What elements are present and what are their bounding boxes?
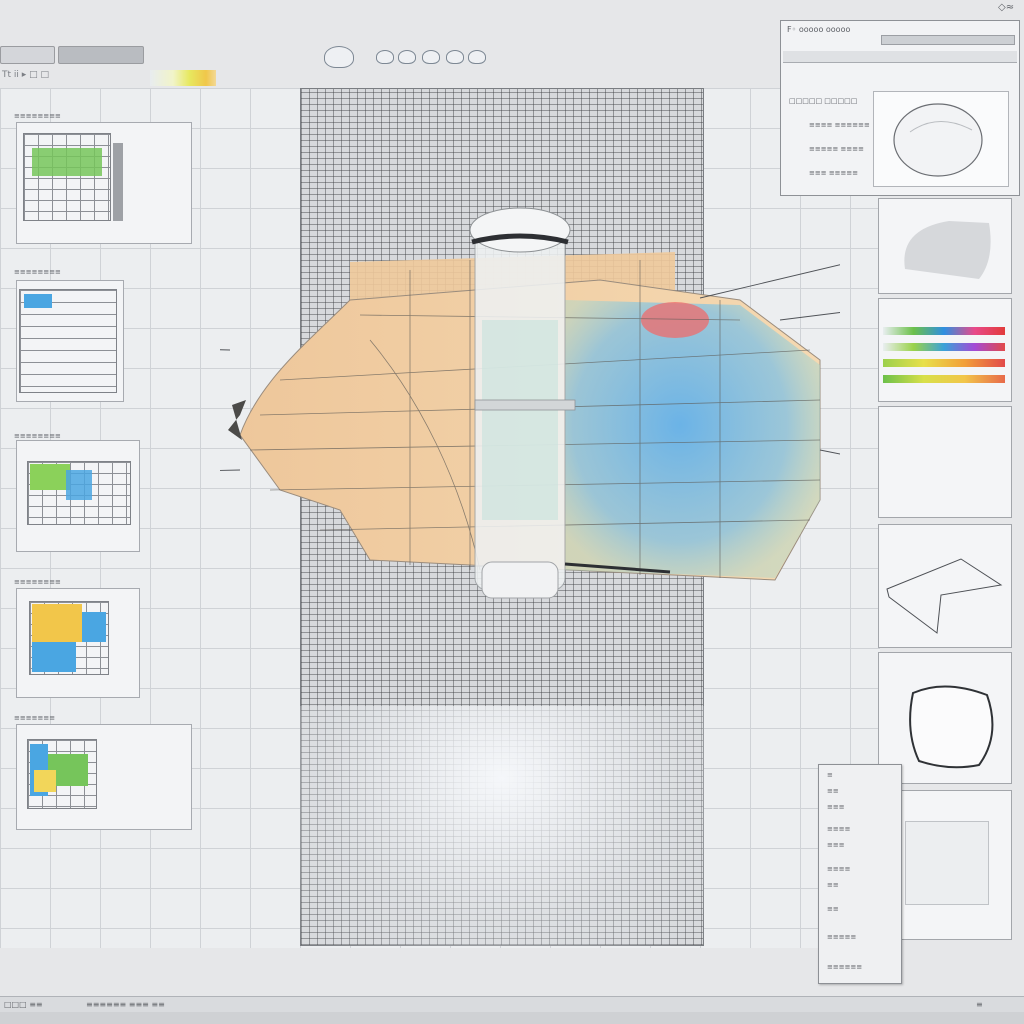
color-bar[interactable] — [883, 327, 1005, 335]
slider-track[interactable] — [881, 35, 1015, 45]
right-panel-colormap[interactable] — [878, 298, 1012, 402]
property-row[interactable]: □□□□□ □□□□□ — [789, 97, 857, 105]
3d-model-render[interactable] — [220, 200, 840, 610]
sketch-preview — [905, 821, 989, 905]
menu-item[interactable]: ≡≡≡ — [827, 841, 845, 849]
cloud-icon[interactable] — [324, 46, 354, 68]
cell-highlight — [34, 770, 56, 792]
chart-panel[interactable] — [16, 724, 192, 830]
data-grid — [29, 601, 109, 675]
status-bar: □□□ ≡≡ ≡≡≡≡≡≡ ≡≡≡ ≡≡ ≡ — [0, 996, 1024, 1012]
scroll-bar[interactable] — [113, 143, 123, 221]
chart-panel[interactable] — [16, 588, 140, 698]
property-row[interactable]: ≡≡≡≡ ≡≡≡≡≡≡ — [809, 121, 870, 129]
panel-title: ≡≡≡≡≡≡≡≡ — [14, 112, 61, 120]
hotspot-marker — [641, 302, 709, 338]
chart-panel[interactable] — [16, 440, 140, 552]
chart-panel[interactable] — [16, 122, 192, 244]
shape-icon[interactable] — [446, 50, 464, 64]
data-grid — [23, 133, 111, 221]
cell-highlight — [24, 294, 52, 308]
shape-icon[interactable] — [398, 50, 416, 64]
toolbar-row-label: Tt ii ▸ □ □ — [2, 70, 49, 80]
shape-icon[interactable] — [376, 50, 394, 64]
menu-item[interactable]: ≡≡ — [827, 787, 839, 795]
property-row[interactable]: ≡≡≡ ≡≡≡≡≡ — [809, 169, 858, 177]
menu-item[interactable]: ≡≡ — [827, 881, 839, 889]
cell-highlight — [32, 604, 82, 642]
bottom-strip — [0, 1012, 1024, 1024]
property-row[interactable]: ≡≡≡≡≡ ≡≡≡≡ — [809, 145, 864, 153]
sphere-preview — [893, 103, 983, 177]
data-grid — [19, 289, 117, 393]
panel-title: ≡≡≡≡≡≡≡ — [14, 714, 56, 722]
cell-highlight — [30, 464, 70, 490]
panel-title: ≡≡≡≡≡≡≡≡ — [14, 268, 61, 276]
right-panel-wireframe[interactable] — [878, 524, 1012, 648]
right-panel-empty[interactable] — [878, 406, 1012, 518]
status-right: ≡ — [976, 1000, 983, 1009]
panel-title: ≡≡≡≡≡≡≡≡ — [14, 578, 61, 586]
chart-panel[interactable] — [16, 280, 124, 402]
window-corner-icon[interactable]: ◇≈ — [998, 2, 1014, 13]
wireframe-preview — [886, 558, 1003, 634]
menu-item[interactable]: ≡≡≡≡ — [827, 865, 850, 873]
menu-item[interactable]: ≡≡≡≡≡≡ — [827, 963, 862, 971]
data-grid — [27, 461, 131, 525]
context-menu[interactable]: ≡ ≡≡ ≡≡≡ ≡≡≡≡ ≡≡≡ ≡≡≡≡ ≡≡ ≡≡ ≡≡≡≡≡ ≡≡≡≡≡… — [818, 764, 902, 984]
toolbar-tab-left[interactable] — [0, 46, 55, 64]
properties-panel[interactable]: F◦ ooooo ooooo □□□□□ □□□□□ ≡≡≡≡ ≡≡≡≡≡≡ ≡… — [780, 20, 1020, 196]
menu-item[interactable]: ≡≡≡≡≡ — [827, 933, 856, 941]
color-gradient-strip[interactable] — [150, 70, 216, 86]
column-base — [481, 561, 559, 599]
shape-icon[interactable] — [422, 50, 440, 64]
panel-title: ≡≡≡≡≡≡≡≡ — [14, 432, 61, 440]
cell-highlight — [82, 612, 106, 642]
model-blue-region — [565, 300, 820, 578]
right-panel-shape[interactable] — [878, 198, 1012, 294]
data-grid — [27, 739, 97, 809]
column-cap — [469, 207, 571, 253]
status-middle: ≡≡≡≡≡≡ ≡≡≡ ≡≡ — [86, 1000, 165, 1009]
menu-item[interactable]: ≡ — [827, 771, 833, 779]
shape-icon[interactable] — [468, 50, 486, 64]
status-left: □□□ ≡≡ — [4, 1000, 43, 1009]
mesh-highlight — [300, 706, 704, 946]
cell-highlight — [32, 148, 102, 176]
column-band — [474, 399, 576, 411]
toolbar-tab-active[interactable] — [58, 46, 144, 64]
color-bar[interactable] — [883, 375, 1005, 383]
shape-preview — [904, 221, 991, 279]
color-bar[interactable] — [883, 343, 1005, 351]
cell-highlight — [66, 470, 92, 500]
column-inner — [482, 320, 558, 520]
menu-item[interactable]: ≡≡≡ — [827, 803, 845, 811]
menu-item[interactable]: ≡≡ — [827, 905, 839, 913]
preview-viewport[interactable] — [873, 91, 1009, 187]
panel-title: F◦ ooooo ooooo — [787, 25, 851, 34]
menu-item[interactable]: ≡≡≡≡ — [827, 825, 850, 833]
cell-highlight — [32, 642, 76, 672]
color-bar[interactable] — [883, 359, 1005, 367]
properties-toolbar[interactable] — [783, 51, 1017, 63]
toolbar-icon-group — [318, 40, 498, 76]
